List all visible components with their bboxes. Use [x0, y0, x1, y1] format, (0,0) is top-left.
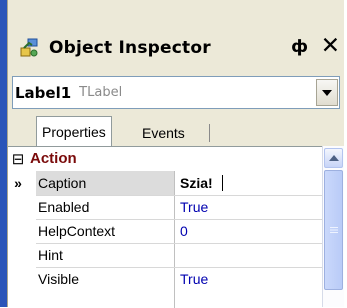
scrollbar-thumb[interactable] [324, 170, 343, 290]
row-indicator [8, 195, 28, 219]
tab-separator [209, 124, 210, 142]
chevron-down-icon[interactable] [316, 79, 338, 106]
tab-strip: Properties Events [12, 116, 342, 146]
close-icon[interactable]: ✕ [321, 33, 340, 59]
row-indicator [8, 267, 28, 291]
pin-icon[interactable]: ф [291, 37, 308, 57]
property-name: Visible [38, 271, 79, 287]
caption-value-input[interactable]: Szia! [180, 171, 213, 195]
object-inspector-panel: Object Inspector ф ✕ Label1 TLabel Prope… [7, 0, 344, 308]
property-name: Caption [38, 175, 87, 191]
object-selector-dropdown[interactable]: Label1 TLabel [12, 76, 340, 109]
property-row-enabled[interactable]: Enabled True [8, 195, 322, 219]
category-label: Action [30, 150, 77, 167]
property-grid: ⊟ Action » Caption Szia! Enabled True He… [8, 146, 344, 308]
property-name: Hint [38, 247, 63, 263]
panel-top-strip [8, 0, 344, 32]
category-row-action[interactable]: ⊟ Action [8, 147, 322, 171]
property-value[interactable]: 0 [180, 219, 188, 243]
property-name: Enabled [38, 199, 90, 215]
chevron-up-icon[interactable] [324, 148, 343, 168]
selected-object-type: TLabel [79, 85, 123, 100]
property-name: HelpContext [38, 223, 116, 239]
tab-events[interactable]: Events [139, 120, 188, 146]
property-value[interactable]: True [180, 195, 208, 219]
property-row-caption[interactable]: » Caption Szia! [8, 171, 322, 195]
window-edge-accent [0, 0, 7, 307]
row-indicator [8, 243, 28, 267]
object-inspector-icon [17, 36, 41, 60]
vertical-scrollbar[interactable] [322, 146, 344, 307]
selected-object-name: Label1 [15, 83, 72, 102]
property-row-hint[interactable]: Hint [8, 243, 322, 267]
title-bar[interactable]: Object Inspector ф ✕ [11, 33, 342, 63]
property-row-helpcontext[interactable]: HelpContext 0 [8, 219, 322, 243]
tab-properties[interactable]: Properties [36, 116, 112, 146]
text-cursor [222, 175, 223, 191]
panel-title: Object Inspector [49, 38, 211, 58]
collapse-category-icon[interactable]: ⊟ [8, 147, 28, 171]
property-row-visible[interactable]: Visible True [8, 267, 322, 291]
row-indicator [8, 219, 28, 243]
property-value[interactable]: True [180, 267, 208, 291]
current-row-indicator-icon: » [14, 175, 22, 191]
